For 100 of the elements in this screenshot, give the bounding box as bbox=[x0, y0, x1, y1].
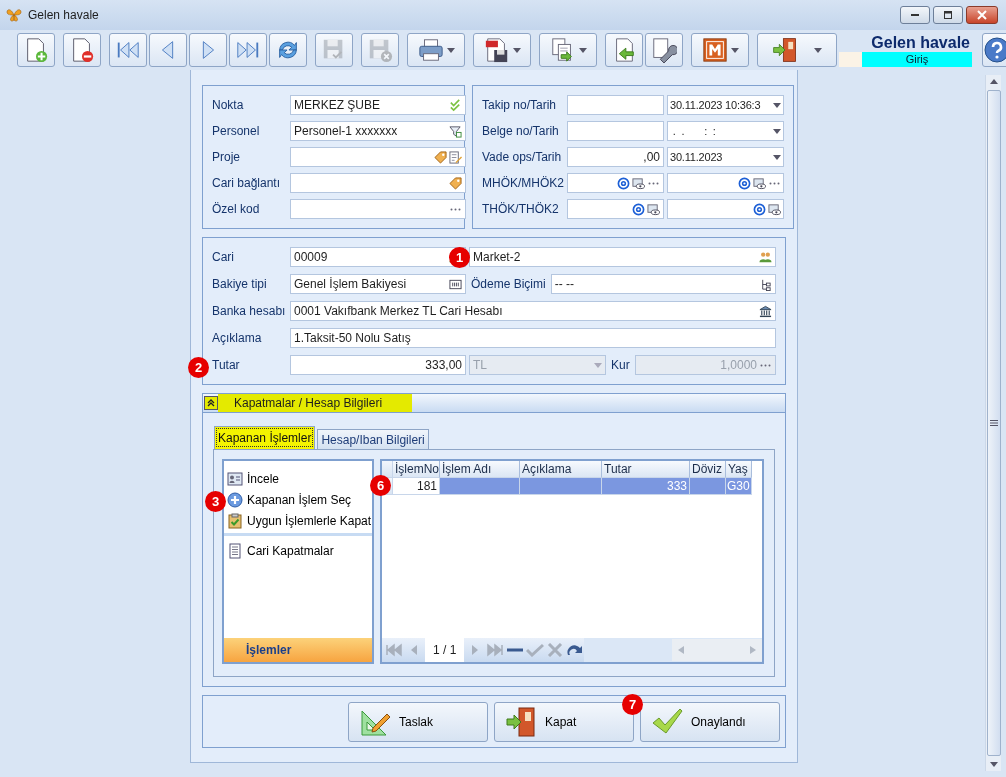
input-field[interactable]: ,00 bbox=[567, 147, 664, 167]
column-header[interactable]: İşlemNo bbox=[393, 461, 440, 478]
tag-icon bbox=[449, 176, 462, 190]
barcode-icon bbox=[449, 277, 462, 291]
input-field[interactable] bbox=[667, 199, 784, 219]
actions-footer: İşlemler bbox=[224, 638, 372, 662]
close-button[interactable] bbox=[966, 6, 998, 24]
dropdown-caret-icon bbox=[814, 47, 822, 53]
close-icon bbox=[977, 10, 987, 20]
bank-icon bbox=[759, 304, 772, 318]
toolbar-button[interactable] bbox=[407, 33, 465, 67]
column-header[interactable]: Açıklama bbox=[520, 461, 602, 478]
butterfly-icon bbox=[6, 7, 22, 23]
minimize-icon bbox=[911, 14, 919, 16]
column-header[interactable]: Tutar bbox=[602, 461, 690, 478]
field-label: Banka hesabı bbox=[212, 304, 287, 318]
dropdown-caret-icon bbox=[578, 47, 587, 53]
field-label: Açıklama bbox=[212, 331, 263, 345]
action-link[interactable]: Kapanan İşlem Seç bbox=[224, 490, 354, 510]
table-cell: 333 bbox=[602, 478, 690, 495]
toolbar-button[interactable] bbox=[63, 33, 101, 67]
column-header[interactable]: İşlem Adı bbox=[440, 461, 520, 478]
dropdown-caret-icon bbox=[773, 154, 781, 160]
field-label: Proje bbox=[212, 150, 241, 164]
input-field[interactable] bbox=[567, 95, 664, 115]
tab[interactable]: Kapanan İşlemler bbox=[214, 426, 316, 449]
scroll-down-icon[interactable] bbox=[989, 762, 998, 767]
help-button[interactable] bbox=[982, 33, 1006, 67]
double-check-icon bbox=[449, 98, 462, 112]
input-field[interactable]: MERKEZ ŞUBE bbox=[290, 95, 466, 115]
email-icon bbox=[738, 176, 751, 190]
maximize-button[interactable] bbox=[933, 6, 963, 24]
field-label: Vade ops/Tarih bbox=[482, 150, 563, 164]
input-field[interactable] bbox=[567, 199, 664, 219]
toolbar-button[interactable] bbox=[17, 33, 55, 67]
action-link[interactable]: Cari Kapatmalar bbox=[224, 541, 336, 561]
input-field[interactable] bbox=[290, 147, 466, 167]
toolbar-button[interactable] bbox=[605, 33, 643, 67]
email-icon bbox=[617, 176, 630, 190]
preview-icon bbox=[632, 176, 645, 190]
tree-icon bbox=[759, 277, 772, 291]
scroll-up-icon[interactable] bbox=[989, 79, 998, 84]
toolbar-button[interactable] bbox=[691, 33, 749, 67]
field-label: Personel bbox=[212, 124, 261, 138]
input-field[interactable]: 0001 Vakıfbank Merkez TL Cari Hesabı bbox=[290, 301, 776, 321]
printer-icon bbox=[417, 37, 444, 63]
input-field[interactable] bbox=[567, 173, 664, 193]
dropdown-caret-icon bbox=[773, 128, 781, 134]
tab[interactable]: Hesap/Iban Bilgileri bbox=[317, 429, 429, 449]
save-cancel-icon bbox=[367, 37, 393, 63]
clipboard-check-icon bbox=[227, 513, 243, 529]
column-header[interactable]: Döviz bbox=[690, 461, 726, 478]
input-field[interactable]: Genel İşlem Bakiyesi bbox=[290, 274, 466, 294]
field-label: Nokta bbox=[212, 98, 245, 112]
field-label: THÖK/THÖK2 bbox=[482, 202, 560, 216]
date-dropdown[interactable]: 30.11.2023 10:36:3 bbox=[667, 95, 784, 115]
field-label: Kur bbox=[610, 358, 631, 372]
input-field[interactable] bbox=[567, 121, 664, 141]
table-cell: G30 bbox=[726, 478, 752, 495]
preview-icon bbox=[768, 202, 781, 216]
preview-icon bbox=[647, 202, 660, 216]
column-header[interactable]: Yaş bbox=[726, 461, 752, 478]
input-field[interactable] bbox=[290, 199, 466, 219]
input-field[interactable] bbox=[667, 173, 784, 193]
minimize-button[interactable] bbox=[900, 6, 930, 24]
date-dropdown[interactable]: 30.11.2023 bbox=[667, 147, 784, 167]
collapse-button[interactable] bbox=[204, 396, 218, 410]
toolbar-button[interactable] bbox=[269, 33, 307, 67]
field-label: Bakiye tipi bbox=[212, 277, 268, 291]
toolbar-button[interactable] bbox=[757, 33, 837, 67]
maximize-icon bbox=[944, 11, 952, 19]
action-button[interactable]: Onaylandı bbox=[640, 701, 780, 742]
date-dropdown[interactable]: . . : : bbox=[667, 121, 784, 141]
input-field[interactable]: -- -- bbox=[550, 274, 776, 294]
toolbar-button[interactable] bbox=[539, 33, 597, 67]
people-icon bbox=[759, 250, 772, 264]
number-badge: 2 bbox=[188, 357, 209, 378]
action-link[interactable]: Uygun İşlemlerle Kapat bbox=[224, 511, 374, 531]
section-title: Kapatmalar / Hesap Bilgileri bbox=[218, 394, 413, 412]
redo-icon[interactable] bbox=[566, 643, 585, 657]
checkmark-icon[interactable] bbox=[526, 643, 545, 657]
edit-icon bbox=[449, 150, 462, 164]
status-swatch bbox=[839, 51, 862, 67]
ellipsis-icon bbox=[450, 207, 461, 211]
input-field[interactable]: Market-2 bbox=[469, 247, 776, 267]
exit-door-icon bbox=[772, 37, 798, 63]
action-button[interactable]: Taslak bbox=[348, 701, 488, 742]
email-icon bbox=[753, 202, 766, 216]
exit-door-icon bbox=[505, 705, 537, 738]
ellipsis-icon bbox=[769, 181, 780, 185]
toolbar-button[interactable] bbox=[473, 33, 531, 67]
input-field[interactable]: Personel-1 xxxxxxx bbox=[290, 121, 466, 141]
input-field[interactable]: 1.Taksit-50 Nolu Satış bbox=[290, 328, 776, 348]
dropdown-caret-icon bbox=[446, 47, 455, 53]
toolbar-button[interactable] bbox=[645, 33, 683, 67]
action-link[interactable]: İncele bbox=[224, 469, 282, 489]
input-field[interactable] bbox=[290, 173, 466, 193]
plus-circle-icon bbox=[227, 492, 243, 508]
form-title: Gelen havale bbox=[871, 33, 971, 52]
input-field[interactable]: 333,00 bbox=[290, 355, 466, 375]
